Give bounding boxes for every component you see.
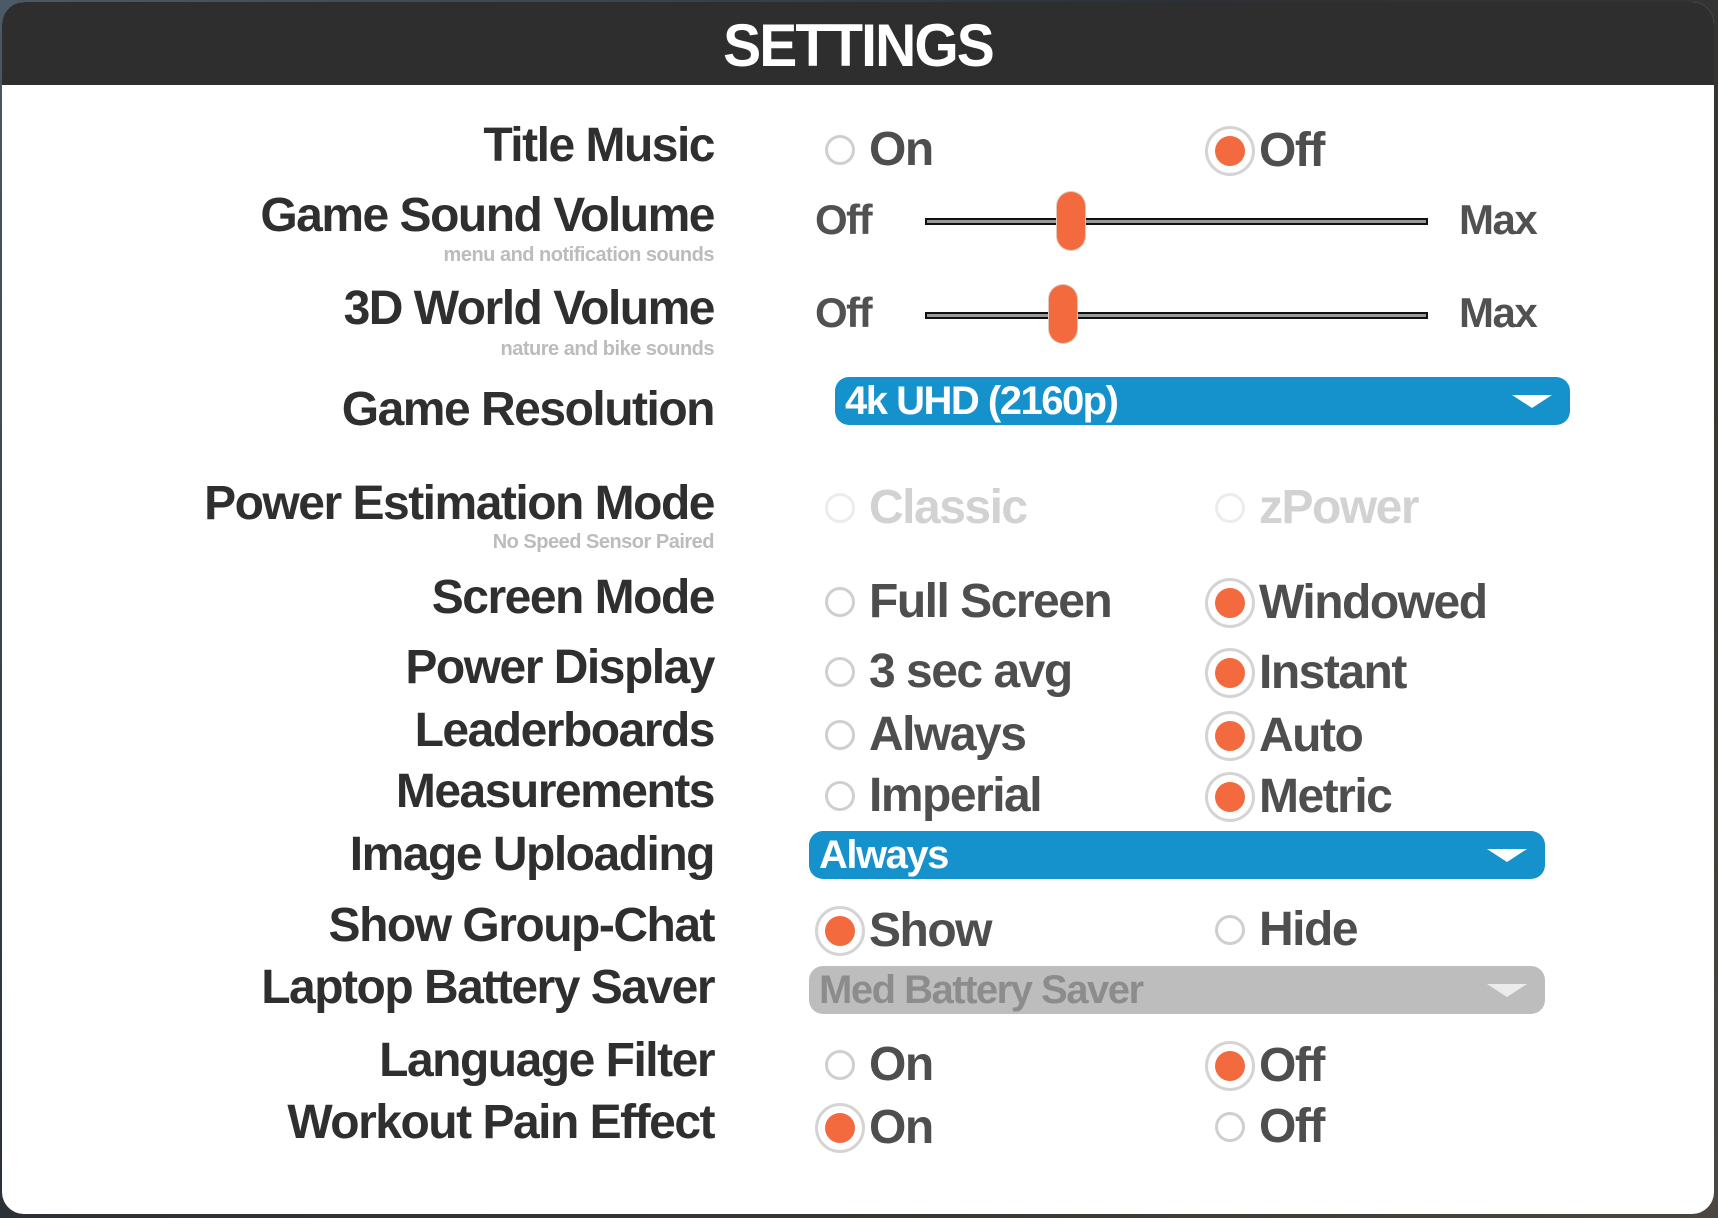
image-uploading-value: Always: [819, 833, 949, 877]
image-uploading-dropdown[interactable]: Always: [809, 831, 1545, 879]
group-chat-hide-radio[interactable]: Hide: [1215, 906, 1359, 954]
radio-icon: [825, 587, 855, 617]
power-estimation-zpower-radio[interactable]: zPower: [1215, 484, 1420, 532]
radio-icon: [825, 1050, 855, 1080]
game-resolution-dropdown[interactable]: 4k UHD (2160p): [835, 377, 1570, 425]
page-title: SETTINGS: [723, 12, 995, 79]
game-sound-min-label: Off: [815, 196, 873, 243]
radio-icon: [1205, 772, 1255, 822]
screen-mode-fullscreen-radio[interactable]: Full Screen: [825, 578, 1113, 626]
world-volume-slider-track[interactable]: [925, 312, 1428, 319]
image-uploading-label: Image Uploading: [349, 828, 716, 881]
title-music-label: Title Music: [483, 119, 715, 172]
chevron-down-icon: [1512, 394, 1552, 408]
show-group-chat-label: Show Group-Chat: [328, 899, 716, 952]
power-display-instant-radio[interactable]: Instant: [1205, 648, 1407, 698]
game-resolution-value: 4k UHD (2160p): [845, 379, 1119, 423]
power-estimation-classic-radio[interactable]: Classic: [825, 484, 1028, 532]
laptop-battery-saver-label: Laptop Battery Saver: [261, 961, 715, 1014]
settings-panel: SETTINGS Title Music On Off Game Sound V…: [2, 2, 1714, 1214]
measurements-label: Measurements: [395, 765, 716, 818]
settings-header: SETTINGS: [2, 2, 1714, 85]
game-sound-slider-track[interactable]: [925, 218, 1428, 225]
power-estimation-sublabel: No Speed Sensor Paired: [492, 531, 715, 553]
radio-icon: [815, 1103, 865, 1153]
chevron-down-icon: [1487, 983, 1527, 997]
language-filter-label: Language Filter: [379, 1034, 715, 1087]
laptop-battery-saver-value: Med Battery Saver: [819, 968, 1144, 1012]
world-volume-sublabel: nature and bike sounds: [500, 338, 715, 360]
radio-icon: [1205, 126, 1255, 176]
radio-icon: [1205, 711, 1255, 761]
world-volume-min-label: Off: [815, 289, 873, 336]
radio-icon: [1205, 1041, 1255, 1091]
radio-icon: [825, 781, 855, 811]
game-sound-max-label: Max: [1459, 196, 1538, 243]
radio-icon: [1205, 578, 1255, 628]
workout-pain-on-radio[interactable]: On: [815, 1103, 934, 1153]
leaderboards-label: Leaderboards: [414, 704, 716, 757]
radio-icon: [825, 657, 855, 687]
workout-pain-off-radio[interactable]: Off: [1215, 1103, 1325, 1151]
world-volume-label: 3D World Volume: [343, 282, 716, 335]
title-music-on-radio[interactable]: On: [825, 126, 934, 174]
chevron-down-icon: [1487, 848, 1527, 862]
power-estimation-label: Power Estimation Mode: [204, 477, 715, 530]
radio-icon: [1215, 915, 1245, 945]
screen-mode-label: Screen Mode: [431, 571, 716, 624]
leaderboards-always-radio[interactable]: Always: [825, 711, 1027, 759]
laptop-battery-saver-dropdown[interactable]: Med Battery Saver: [809, 966, 1545, 1014]
group-chat-show-radio[interactable]: Show: [815, 906, 993, 956]
workout-pain-effect-label: Workout Pain Effect: [287, 1096, 715, 1149]
leaderboards-auto-radio[interactable]: Auto: [1205, 711, 1364, 761]
language-filter-off-radio[interactable]: Off: [1205, 1041, 1325, 1091]
game-sound-volume-sublabel: menu and notification sounds: [443, 244, 715, 266]
world-volume-slider-thumb[interactable]: [1049, 285, 1078, 343]
radio-icon: [825, 720, 855, 750]
radio-icon: [825, 493, 855, 523]
radio-icon: [1215, 493, 1245, 523]
radio-icon: [1205, 648, 1255, 698]
radio-icon: [825, 135, 855, 165]
power-display-label: Power Display: [405, 641, 715, 694]
game-sound-volume-label: Game Sound Volume: [260, 189, 715, 242]
power-display-3sec-radio[interactable]: 3 sec avg: [825, 648, 1073, 696]
title-music-off-radio[interactable]: Off: [1205, 126, 1325, 176]
radio-icon: [815, 906, 865, 956]
radio-icon: [1215, 1112, 1245, 1142]
screen-mode-windowed-radio[interactable]: Windowed: [1205, 578, 1488, 628]
game-sound-slider-thumb[interactable]: [1056, 192, 1085, 250]
measurements-imperial-radio[interactable]: Imperial: [825, 772, 1043, 820]
world-volume-max-label: Max: [1459, 289, 1538, 336]
language-filter-on-radio[interactable]: On: [825, 1041, 934, 1089]
measurements-metric-radio[interactable]: Metric: [1205, 772, 1393, 822]
game-resolution-label: Game Resolution: [341, 383, 716, 436]
